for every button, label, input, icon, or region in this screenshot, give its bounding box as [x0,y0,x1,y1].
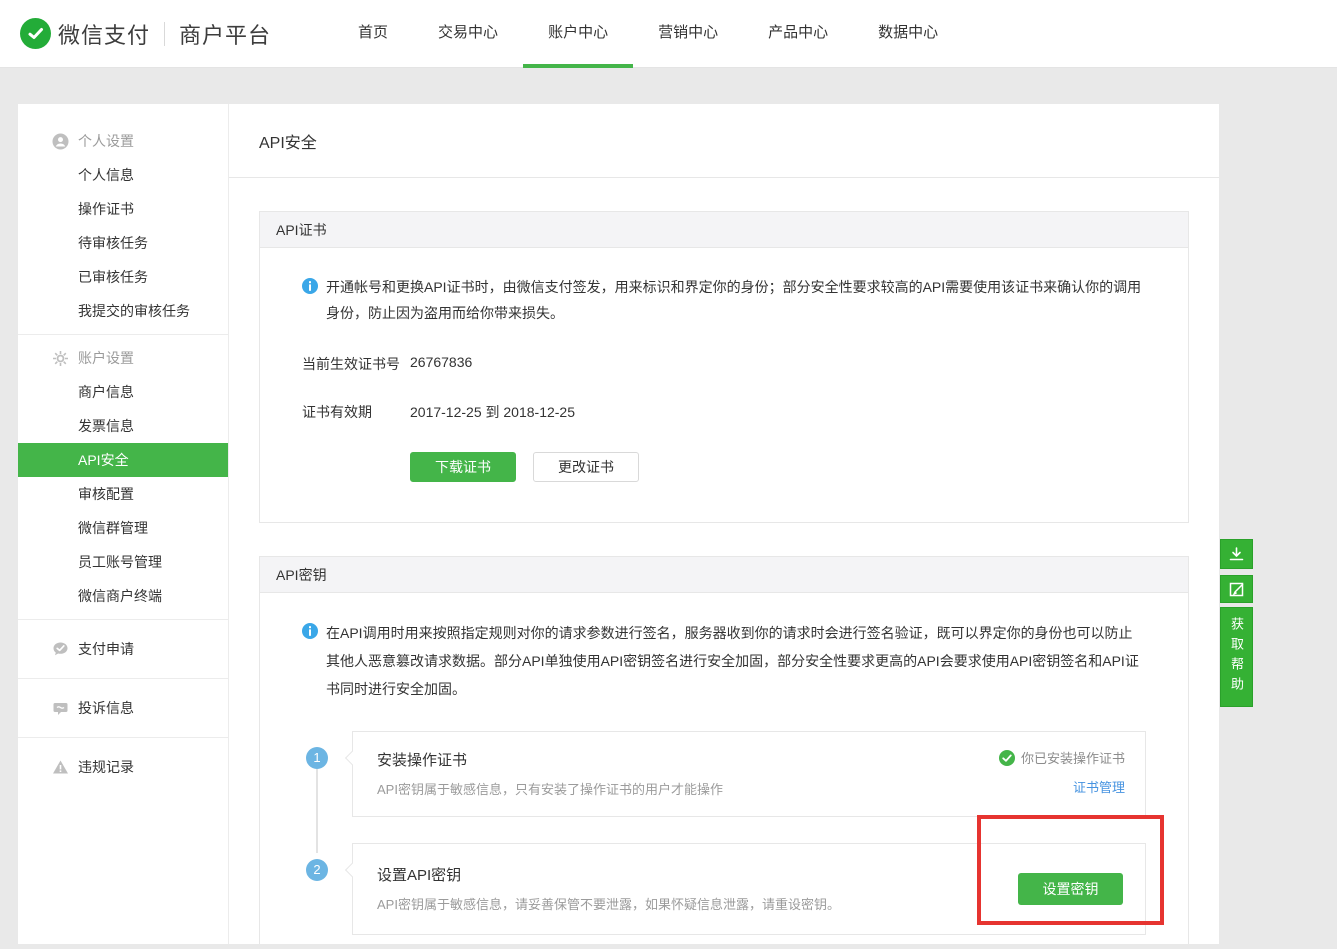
api-key-card-title: API密钥 [276,565,327,585]
top-header: 微信支付 商户平台 首页 交易中心 账户中心 营销中心 产品中心 数据中心 [0,0,1337,68]
sidebar-item-merchant-info[interactable]: 商户信息 [18,375,228,409]
brand-platform: 商户平台 [179,18,271,50]
sidebar-section-complaint: 投诉信息 [18,678,228,737]
sidebar-group-account-settings: 账户设置 [18,341,228,375]
wechat-pay-logo-icon [20,18,51,49]
step-2-notch [345,863,359,877]
cert-number-row: 当前生效证书号 26767836 [302,354,1146,374]
chat-check-icon [52,641,69,658]
sidebar-item-reviewed[interactable]: 已审核任务 [18,260,228,294]
nav-home[interactable]: 首页 [333,0,413,68]
main-panel: API安全 API证书 开通帐号和更换API证书时，由微信支付签发，用来标识和界… [228,104,1219,944]
chat-bubble-icon [52,700,69,717]
main-nav: 首页 交易中心 账户中心 营销中心 产品中心 数据中心 [333,0,963,67]
sidebar-item-merchant-terminal[interactable]: 微信商户终端 [18,579,228,613]
sidebar-item-complaint-info[interactable]: 投诉信息 [18,685,228,731]
api-cert-card-title: API证书 [276,220,327,240]
info-icon [302,623,318,639]
gear-icon [52,350,69,367]
brand: 微信支付 商户平台 [20,0,271,67]
sidebar-item-review-config[interactable]: 审核配置 [18,477,228,511]
sidebar-section-violation: 违规记录 [18,737,228,796]
page-header: API安全 [229,104,1219,178]
edit-icon [1228,580,1246,598]
download-cert-button[interactable]: 下载证书 [410,452,516,482]
set-key-button[interactable]: 设置密钥 [1018,873,1123,905]
sidebar-group-personal-settings: 个人设置 [18,124,228,158]
cert-buttons: 下载证书 更改证书 [410,452,1146,482]
sidebar-section-personal: 个人设置 个人信息 操作证书 待审核任务 已审核任务 我提交的审核任务 [18,104,228,334]
nav-marketing-center[interactable]: 营销中心 [633,0,743,68]
cert-number-label: 当前生效证书号 [302,354,410,374]
nav-data-center[interactable]: 数据中心 [853,0,963,68]
sidebar-item-label: 违规记录 [78,757,134,777]
step-1-notch [345,751,359,765]
step-install-cert: 1 安装操作证书 API密钥属于敏感信息，只有安装了操作证书的用户才能操作 [302,731,1146,817]
sidebar-item-wechat-group[interactable]: 微信群管理 [18,511,228,545]
api-key-card-body: 在API调用时用来按照指定规则对你的请求参数进行签名，服务器收到你的请求时会进行… [260,593,1188,944]
key-info-row: 在API调用时用来按照指定规则对你的请求参数进行签名，服务器收到你的请求时会进行… [302,619,1146,703]
step-2-box: 设置API密钥 API密钥属于敏感信息，请妥善保管不要泄露，如果怀疑信息泄露，请… [352,843,1146,935]
sidebar-section-account: 账户设置 商户信息 发票信息 API安全 审核配置 微信群管理 员工账号管理 微… [18,334,228,619]
api-cert-card-header: API证书 [260,212,1188,248]
sidebar-item-invoice-info[interactable]: 发票信息 [18,409,228,443]
nav-transaction-center[interactable]: 交易中心 [413,0,523,68]
step-2-badge: 2 [306,859,328,881]
sidebar-item-personal-info[interactable]: 个人信息 [18,158,228,192]
help-label: 获取帮助 [1220,617,1253,697]
api-cert-card-body: 开通帐号和更换API证书时，由微信支付签发，用来标识和界定你的身份；部分安全性要… [260,248,1188,522]
cert-validity-row: 证书有效期 2017-12-25 到 2018-12-25 [302,402,1146,422]
step-2-title: 设置API密钥 [377,864,1121,885]
step-set-api-key: 2 设置API密钥 API密钥属于敏感信息，请妥善保管不要泄露，如果怀疑信息泄露… [302,843,1146,935]
float-help-button[interactable]: 获取帮助 [1220,607,1253,707]
check-circle-icon [999,750,1015,766]
page-title: API安全 [259,129,317,153]
download-icon [1227,545,1246,564]
cert-manage-link[interactable]: 证书管理 [1073,777,1125,796]
float-edit-button[interactable] [1220,575,1253,603]
nav-account-center[interactable]: 账户中心 [523,0,633,68]
cert-info-text: 开通帐号和更换API证书时，由微信支付签发，用来标识和界定你的身份；部分安全性要… [326,274,1146,326]
cert-number-value: 26767836 [410,354,472,374]
warning-triangle-icon [52,759,69,776]
float-download-button[interactable] [1220,539,1253,569]
sidebar-item-my-submitted-review[interactable]: 我提交的审核任务 [18,294,228,328]
sidebar-item-label: 投诉信息 [78,698,134,718]
sidebar-item-label: 支付申请 [78,639,134,659]
sidebar-section-payment: 支付申请 [18,619,228,678]
change-cert-button[interactable]: 更改证书 [533,452,639,482]
info-icon [302,278,318,294]
status-text: 你已安装操作证书 [1021,748,1125,767]
api-key-card: API密钥 在API调用时用来按照指定规则对你的请求参数进行签名，服务器收到你的… [259,556,1189,944]
sidebar-item-staff-account[interactable]: 员工账号管理 [18,545,228,579]
brand-divider [164,22,165,46]
sidebar: 个人设置 个人信息 操作证书 待审核任务 已审核任务 我提交的审核任务 账户设置… [18,104,228,944]
sidebar-item-violation-record[interactable]: 违规记录 [18,744,228,790]
sidebar-item-operation-cert[interactable]: 操作证书 [18,192,228,226]
step-2-desc: API密钥属于敏感信息，请妥善保管不要泄露，如果怀疑信息泄露，请重设密钥。 [377,894,1121,913]
cert-info-row: 开通帐号和更换API证书时，由微信支付签发，用来标识和界定你的身份；部分安全性要… [302,274,1146,326]
step-1-box: 安装操作证书 API密钥属于敏感信息，只有安装了操作证书的用户才能操作 [352,731,1146,817]
cert-validity-label: 证书有效期 [302,402,410,422]
sidebar-item-pending-review[interactable]: 待审核任务 [18,226,228,260]
sidebar-group-label: 账户设置 [78,348,134,368]
sidebar-item-api-security[interactable]: API安全 [18,443,228,477]
brand-name: 微信支付 [58,18,150,50]
step-1-badge: 1 [306,747,328,769]
sidebar-group-label: 个人设置 [78,131,134,151]
user-icon [52,133,69,150]
key-info-text: 在API调用时用来按照指定规则对你的请求参数进行签名，服务器收到你的请求时会进行… [326,619,1146,703]
status-line: 你已安装操作证书 [999,748,1125,767]
api-cert-card: API证书 开通帐号和更换API证书时，由微信支付签发，用来标识和界定你的身份；… [259,211,1189,523]
api-key-card-header: API密钥 [260,557,1188,593]
key-steps: 1 安装操作证书 API密钥属于敏感信息，只有安装了操作证书的用户才能操作 [302,731,1146,935]
sidebar-item-payment-apply[interactable]: 支付申请 [18,626,228,672]
step-1-status: 你已安装操作证书 证书管理 [999,748,1125,797]
cert-validity-value: 2017-12-25 到 2018-12-25 [410,402,575,422]
nav-product-center[interactable]: 产品中心 [743,0,853,68]
